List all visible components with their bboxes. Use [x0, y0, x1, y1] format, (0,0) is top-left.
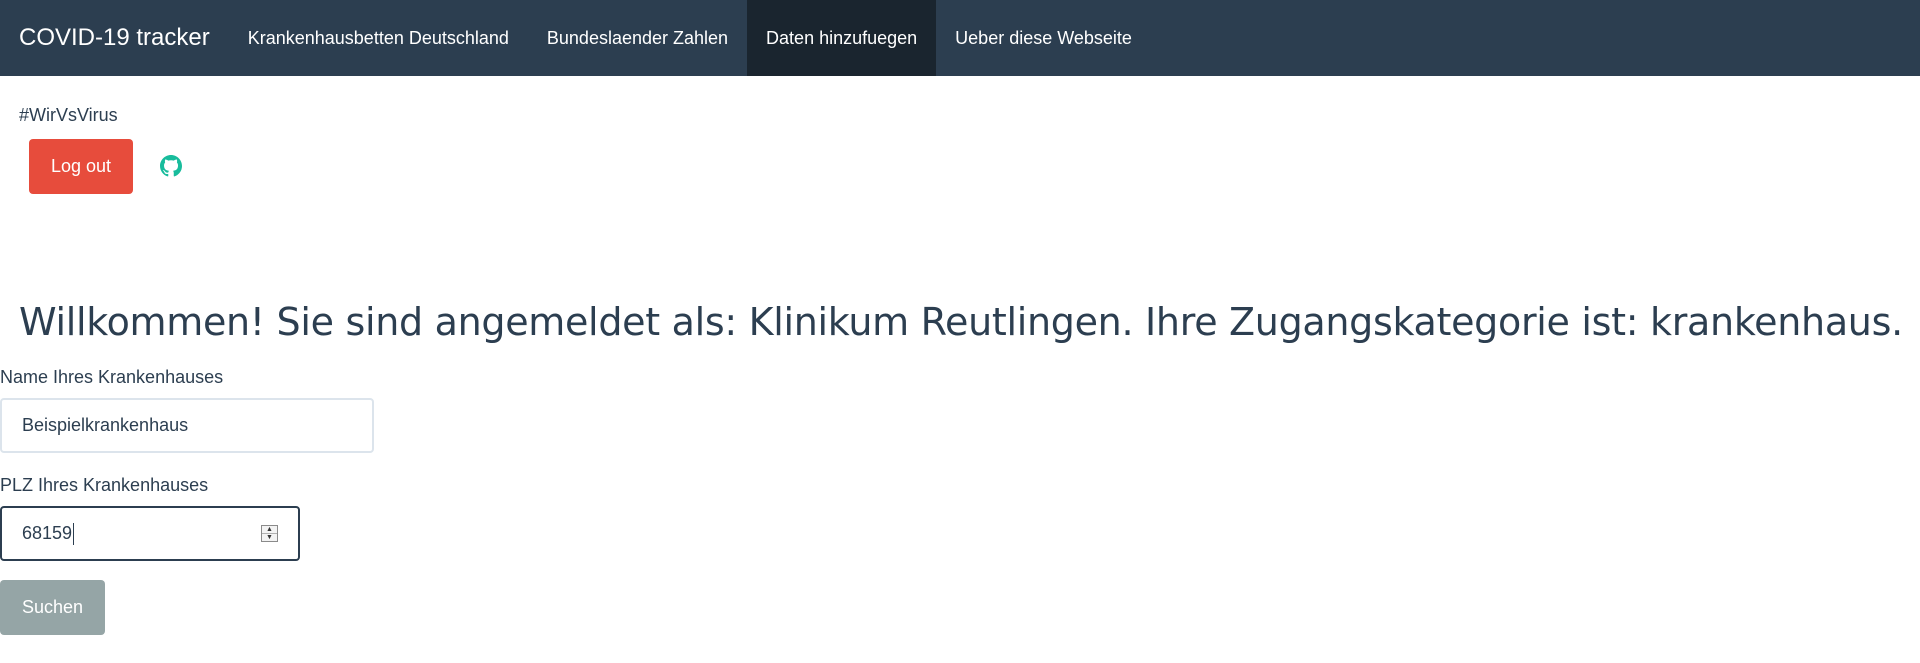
spinner-down-icon[interactable]: ▼ — [262, 534, 277, 541]
nav-item-krankenhausbetten[interactable]: Krankenhausbetten Deutschland — [229, 0, 528, 76]
hospital-name-input[interactable]: Beispielkrankenhaus — [0, 398, 374, 453]
github-icon-graphic — [160, 155, 182, 177]
nav-item-ueber[interactable]: Ueber diese Webseite — [936, 0, 1151, 76]
hospital-name-value: Beispielkrankenhaus — [22, 415, 189, 435]
hospital-name-label: Name Ihres Krankenhauses — [0, 367, 224, 387]
github-icon[interactable] — [160, 155, 182, 177]
number-spinner[interactable]: ▲ ▼ — [261, 525, 278, 542]
plz-value: 68159 — [22, 523, 73, 543]
plz-label: PLZ Ihres Krankenhauses — [0, 475, 209, 495]
text-caret — [73, 522, 75, 545]
top-navbar: COVID-19 tracker Krankenhausbetten Deuts… — [0, 0, 1920, 76]
search-button[interactable]: Suchen — [0, 580, 105, 635]
plz-input[interactable]: 68159 ▲ ▼ — [0, 506, 300, 561]
logout-button[interactable]: Log out — [29, 139, 133, 194]
nav-item-daten-hinzufuegen[interactable]: Daten hinzufuegen — [747, 0, 937, 76]
hashtag-text: #WirVsVirus — [19, 105, 118, 125]
welcome-heading: Willkommen! Sie sind angemeldet als: Kli… — [19, 300, 1903, 344]
nav-item-bundeslaender[interactable]: Bundeslaender Zahlen — [528, 0, 747, 76]
brand-link[interactable]: COVID-19 tracker — [0, 0, 229, 76]
spinner-up-icon[interactable]: ▲ — [262, 526, 277, 534]
